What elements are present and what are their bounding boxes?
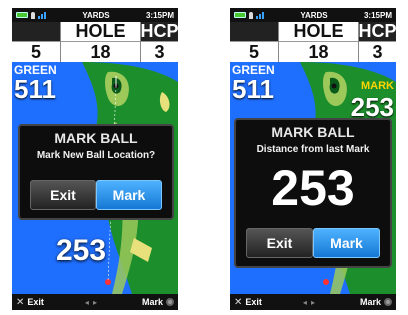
- gps-screen-distance: YARDS 3:15PM 5 HOLE 18 HCP 3 GREEN 511 M: [230, 8, 396, 310]
- mark-softkey-label: Mark: [141, 297, 163, 307]
- distance-value: 253: [271, 160, 355, 216]
- signal-icon: [38, 11, 46, 19]
- hole-number: 18: [61, 41, 140, 62]
- exit-softkey-label: Exit: [27, 297, 44, 307]
- mark-label: MARK: [361, 80, 394, 92]
- hcp-label: HCP: [358, 21, 396, 41]
- gps-icon: [249, 11, 253, 19]
- mark-button[interactable]: Mark: [313, 228, 380, 258]
- hcp-value: 3: [359, 41, 396, 62]
- dialog-message: Mark New Ball Location?: [36, 150, 156, 161]
- mark-softkey[interactable]: Mark: [360, 297, 392, 307]
- left-right-arrows-icon: ◂▸: [302, 297, 319, 307]
- select-button-icon: [165, 298, 174, 306]
- close-icon: ✕: [234, 296, 243, 308]
- hole-number: 18: [279, 41, 358, 62]
- clock: 3:15PM: [363, 10, 392, 20]
- hole-label: HOLE: [279, 21, 358, 41]
- exit-button[interactable]: Exit: [246, 228, 313, 258]
- left-right-arrows-icon: ◂▸: [84, 297, 101, 307]
- clock: 3:15PM: [145, 10, 174, 20]
- shot-distance: 253: [56, 234, 107, 267]
- dialog-title: MARK BALL: [271, 124, 355, 140]
- green-distance: 511: [232, 74, 274, 104]
- mark-softkey[interactable]: Mark: [142, 297, 174, 307]
- dialog-message: Distance from last Mark: [256, 144, 370, 155]
- exit-softkey[interactable]: ✕ Exit: [234, 297, 262, 308]
- close-icon: ✕: [16, 296, 25, 308]
- par-value: 5: [230, 41, 278, 62]
- par-value: 5: [12, 41, 60, 62]
- units-label: YARDS: [82, 10, 110, 20]
- hcp-value: 3: [141, 41, 178, 62]
- hole-header: 5 HOLE 18 HCP 3: [12, 21, 178, 62]
- mark-ball-dialog: MARK BALL Distance from last Mark 253 Ex…: [234, 118, 392, 268]
- bottom-bar: ✕ Exit ◂▸ Mark: [12, 294, 178, 310]
- green-distance: 511: [14, 74, 56, 104]
- hole-label: HOLE: [61, 21, 140, 41]
- select-button-icon: [383, 298, 392, 306]
- status-bar: YARDS 3:15PM: [12, 8, 178, 22]
- exit-button[interactable]: Exit: [30, 180, 96, 210]
- status-bar: YARDS 3:15PM: [230, 8, 396, 22]
- mark-button[interactable]: Mark: [96, 180, 162, 210]
- gps-icon: [31, 11, 35, 19]
- bottom-bar: ✕ Exit ◂▸ Mark: [230, 294, 396, 310]
- battery-icon: [16, 12, 28, 18]
- units-label: YARDS: [300, 10, 328, 20]
- exit-softkey[interactable]: ✕ Exit: [16, 297, 44, 308]
- mark-softkey-label: Mark: [359, 297, 381, 307]
- mark-ball-dialog: MARK BALL Mark New Ball Location? Exit M…: [18, 124, 174, 220]
- exit-softkey-label: Exit: [245, 297, 262, 307]
- dialog-title: MARK BALL: [54, 130, 138, 146]
- signal-icon: [256, 11, 264, 19]
- hole-header: 5 HOLE 18 HCP 3: [230, 21, 396, 62]
- gps-screen-mark-prompt: YARDS 3:15PM 5 HOLE 18 HCP 3 GREEN 511 2…: [12, 8, 178, 310]
- hcp-label: HCP: [140, 21, 178, 41]
- battery-icon: [234, 12, 246, 18]
